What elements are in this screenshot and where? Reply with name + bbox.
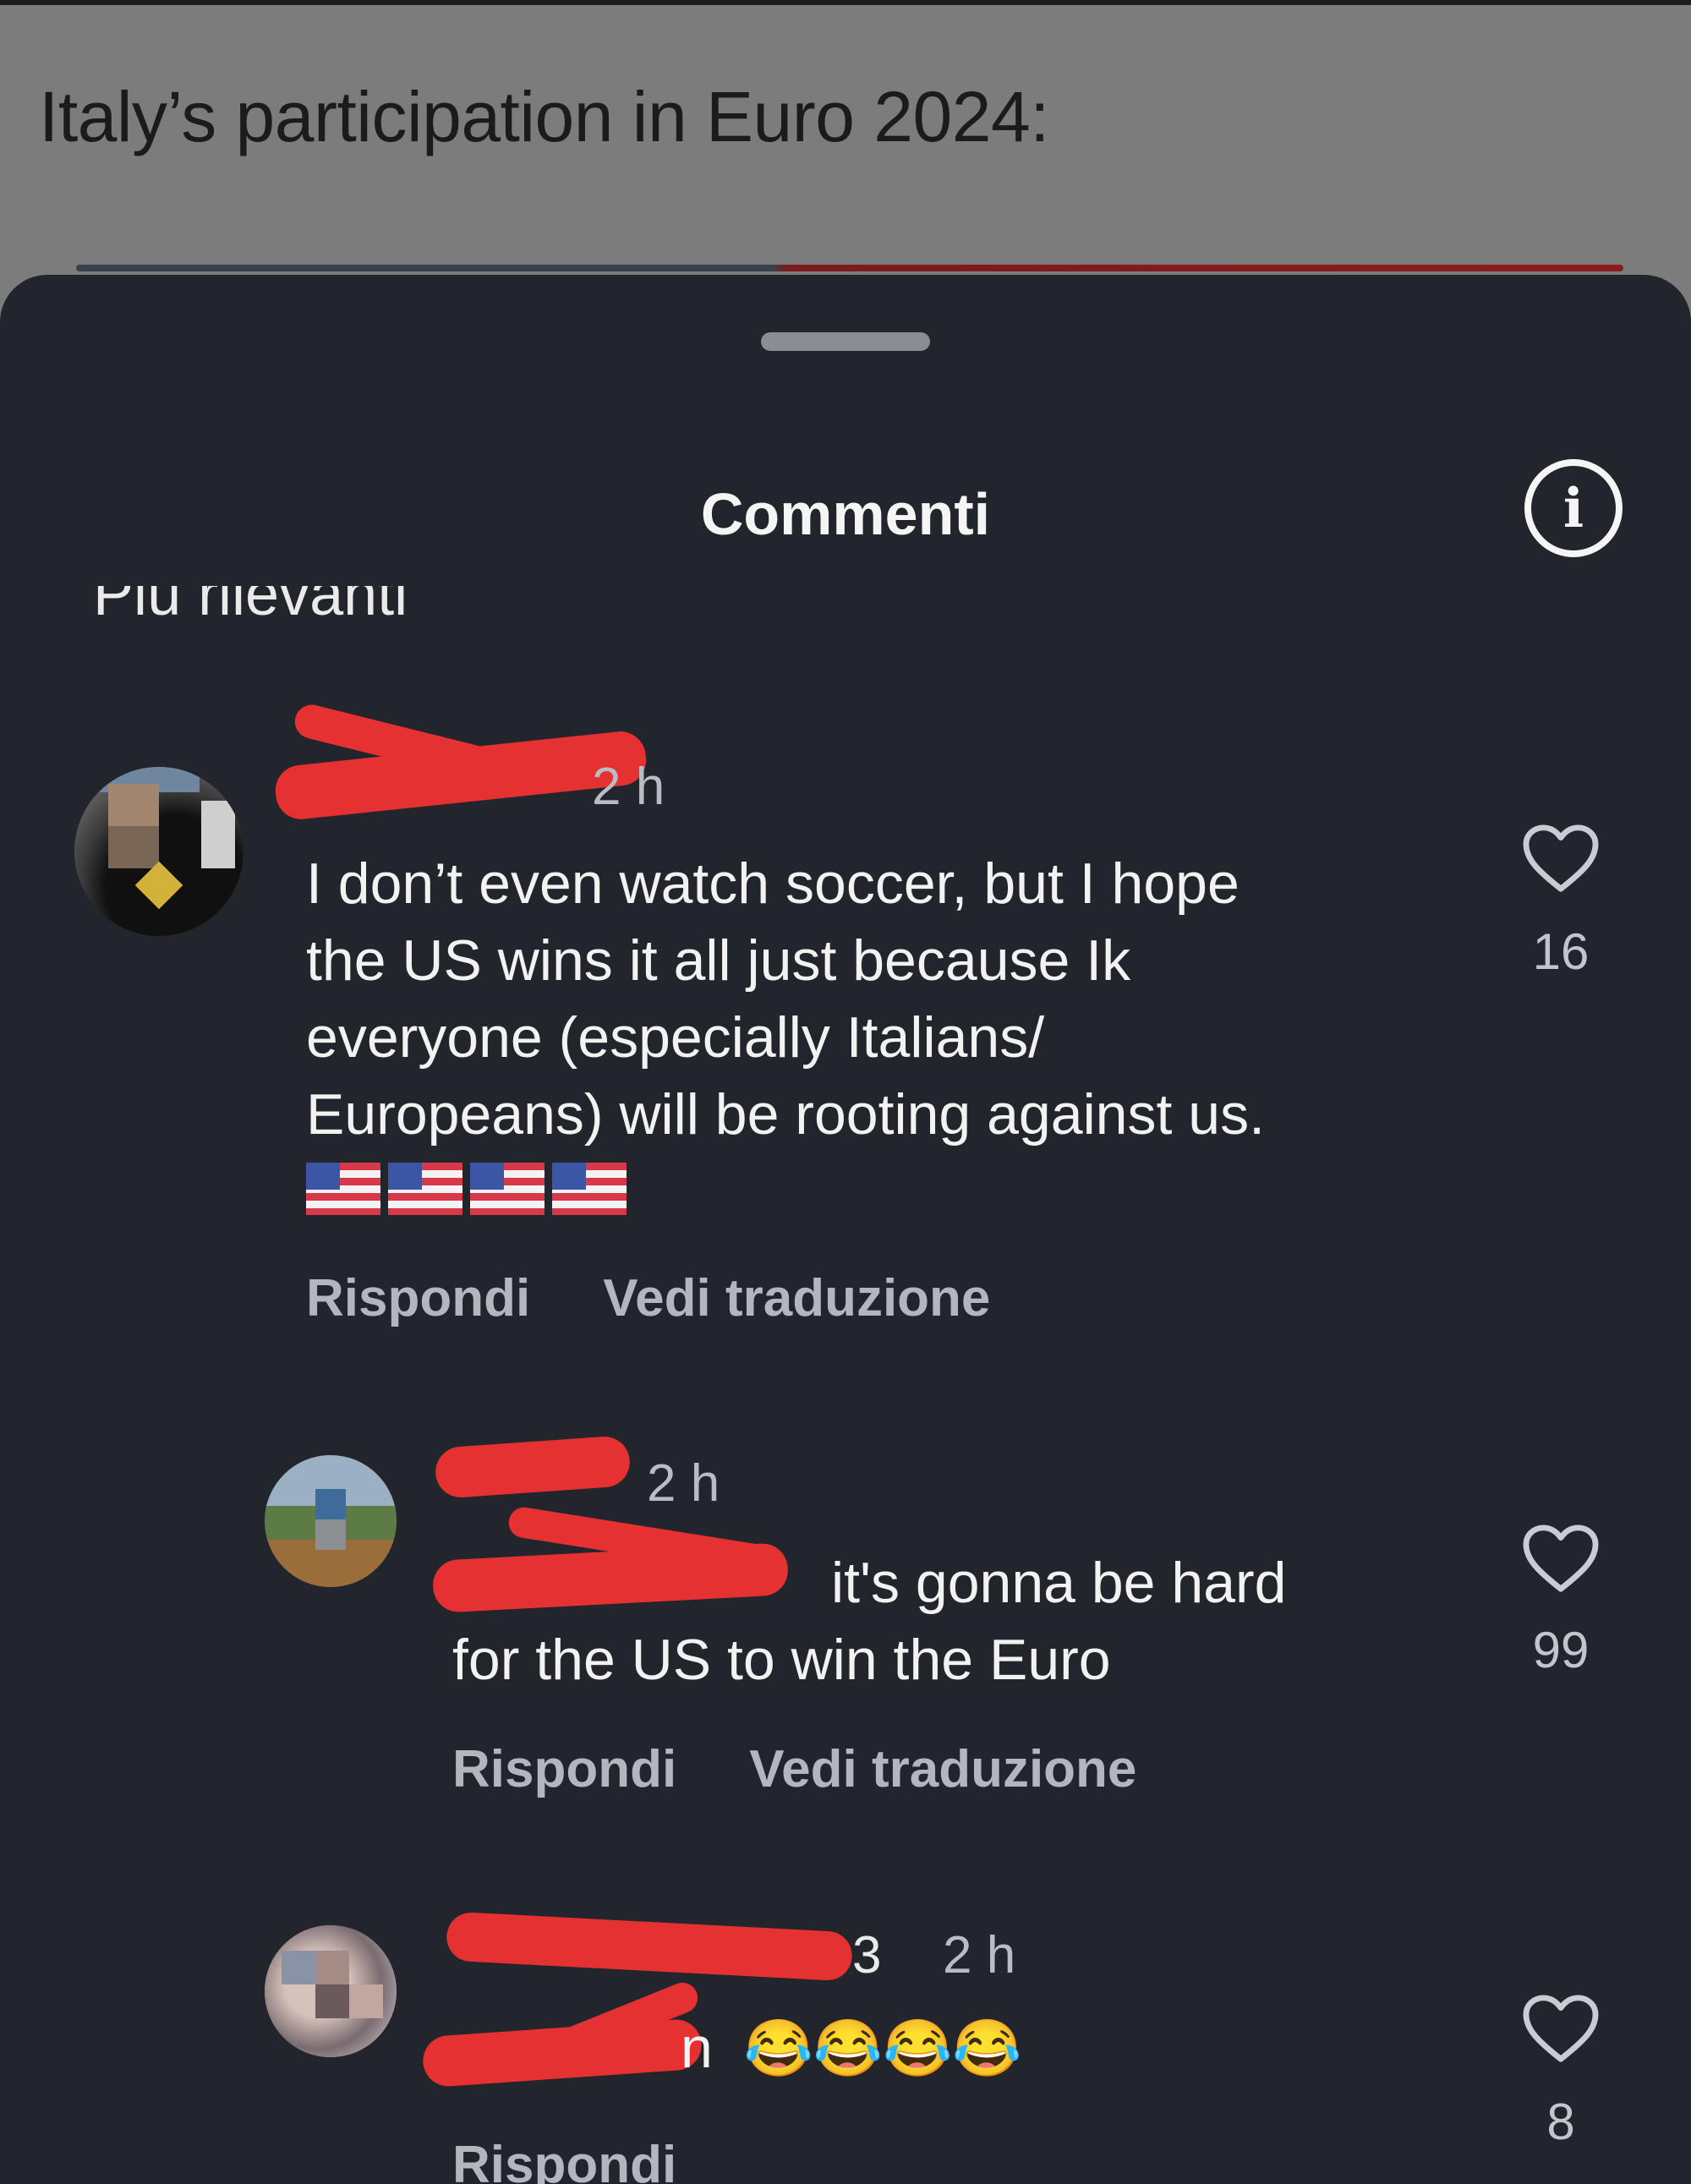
comment-time: 2 h xyxy=(647,1454,720,1513)
translate-button[interactable]: Vedi traduzione xyxy=(603,1269,990,1327)
avatar[interactable] xyxy=(74,767,244,936)
redacted-username xyxy=(445,1911,854,1982)
like-count: 99 xyxy=(1532,1622,1590,1678)
reply-button[interactable]: Rispondi xyxy=(452,2136,676,2184)
heart-icon[interactable] xyxy=(1520,823,1601,895)
reply-button[interactable]: Rispondi xyxy=(452,1740,676,1798)
post-caption: Italy’s participation in Euro 2024: xyxy=(39,77,1050,156)
comment-text: I don’t even watch soccer, but I hope th… xyxy=(306,851,1265,1147)
avatar[interactable] xyxy=(265,1455,397,1587)
heart-icon[interactable] xyxy=(1520,1993,1601,2066)
comment-text: it's gonna be hard for the US to win the… xyxy=(452,1551,1287,1692)
comment-time: 2 h xyxy=(592,758,665,816)
sheet-title: Commenti xyxy=(700,481,991,547)
redacted-username xyxy=(434,1435,632,1499)
reply-button[interactable]: Rispondi xyxy=(306,1269,530,1327)
us-flag-icon xyxy=(306,1163,380,1215)
avatar[interactable] xyxy=(265,1925,397,2057)
drag-handle[interactable] xyxy=(761,332,930,351)
us-flag-icon xyxy=(388,1163,462,1215)
info-icon[interactable]: i xyxy=(1524,459,1623,557)
flag-emoji-row xyxy=(306,1163,634,1215)
sort-label[interactable]: Più rilevanti xyxy=(93,586,408,627)
comments-sheet: Commenti i Più rilevanti 2 h I don’t eve… xyxy=(0,275,1691,2184)
comment-time: 2 h xyxy=(943,1926,1016,1984)
laughing-emoji-row: 😂😂😂😂 xyxy=(743,2017,1022,2079)
comment-actions: Rispondi Vedi traduzione xyxy=(452,1739,1209,1799)
sort-label-text: Più rilevanti xyxy=(93,586,408,627)
top-border xyxy=(0,0,1691,5)
heart-icon[interactable] xyxy=(1520,1523,1601,1596)
like-count: 16 xyxy=(1532,923,1590,980)
us-flag-icon xyxy=(552,1163,627,1215)
redacted-mention xyxy=(421,2017,703,2088)
comment-actions: Rispondi xyxy=(452,2135,749,2184)
like-count: 8 xyxy=(1546,2094,1575,2150)
comment-actions: Rispondi Vedi traduzione xyxy=(306,1268,1063,1328)
post-media-edge xyxy=(76,265,1623,271)
us-flag-icon xyxy=(470,1163,545,1215)
username-fragment: 3 xyxy=(852,1926,882,1984)
comment-text: n 😂😂😂😂 xyxy=(681,2016,1022,2080)
translate-button[interactable]: Vedi traduzione xyxy=(749,1740,1136,1798)
